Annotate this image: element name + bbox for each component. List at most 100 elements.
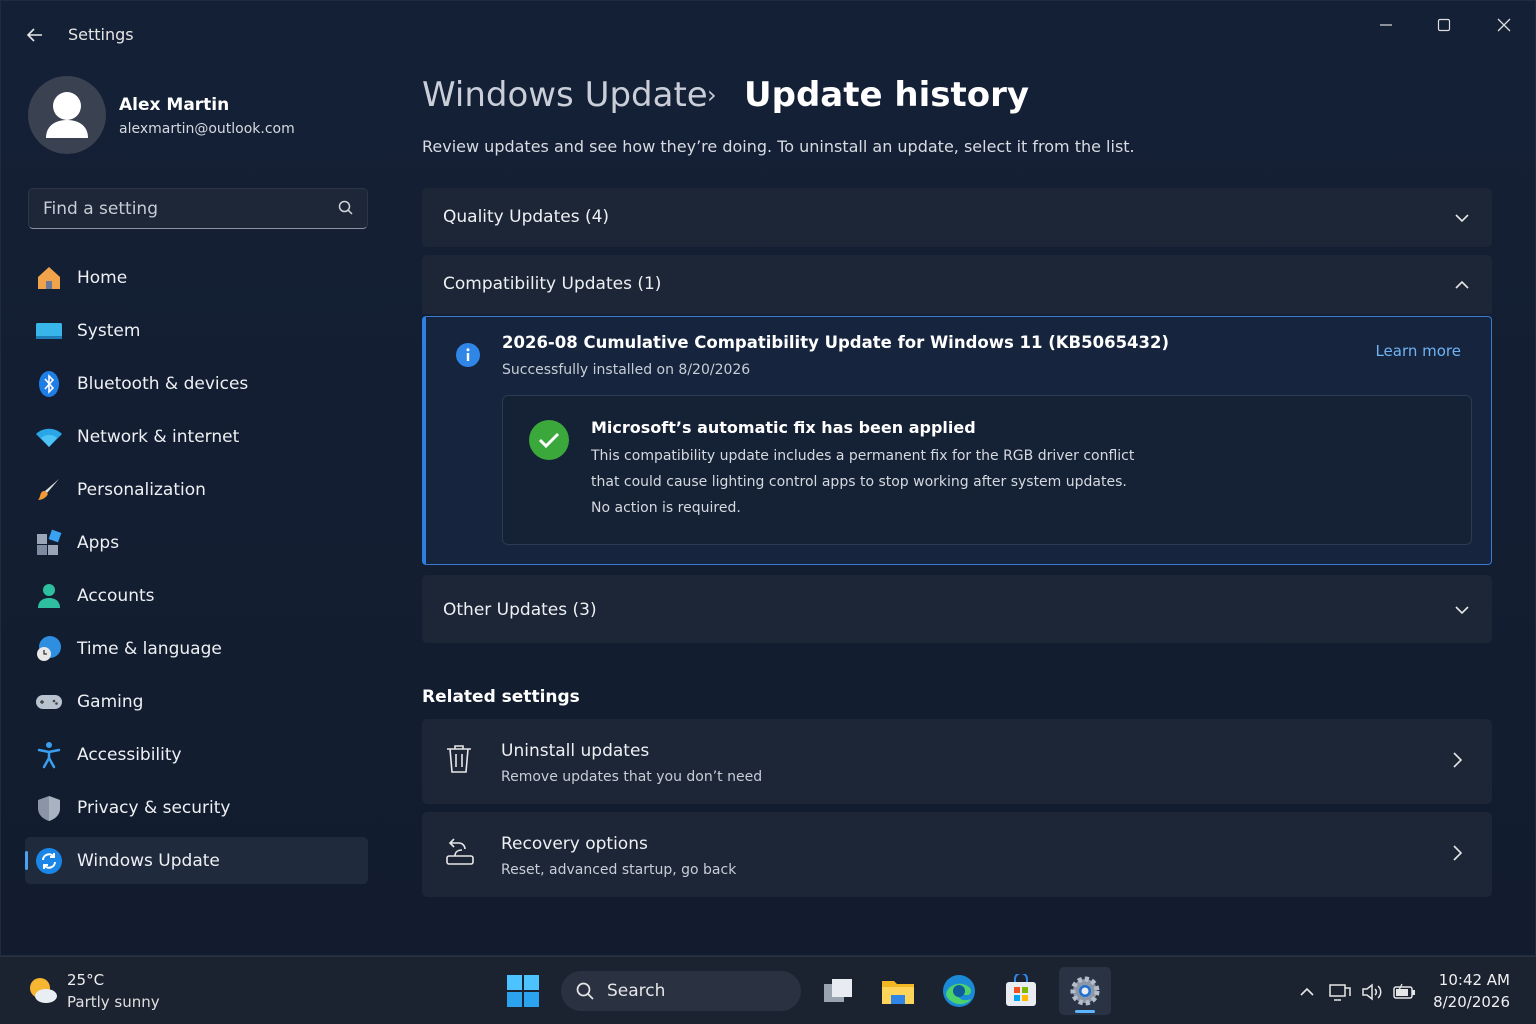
row-subtitle: Remove updates that you don’t need [501, 769, 763, 785]
chevron-up-icon [1455, 280, 1469, 289]
update-item[interactable]: 2026-08 Cumulative Compatibility Update … [422, 316, 1492, 565]
close-icon [1497, 18, 1511, 32]
taskbar-search-label: Search [607, 981, 666, 1001]
uninstall-updates-button[interactable]: Uninstall updates Remove updates that yo… [422, 719, 1492, 804]
sidebar-item-label: Home [77, 267, 128, 288]
task-view-button[interactable] [813, 967, 865, 1015]
sidebar-item-apps[interactable]: Apps [25, 519, 368, 566]
sidebar-item-label: Bluetooth & devices [77, 373, 249, 394]
sidebar-item-personalization[interactable]: Personalization [25, 466, 368, 513]
user-avatar-icon [46, 92, 88, 138]
row-title: Recovery options [501, 834, 648, 854]
row-subtitle: Reset, advanced startup, go back [501, 862, 737, 878]
network-monitor-icon [1329, 984, 1351, 1001]
update-status: Successfully installed on 8/20/2026 [502, 362, 751, 378]
sidebar-nav: Home System Bluetooth & devices Network … [25, 254, 368, 890]
fix-title: Microsoft’s automatic fix has been appli… [591, 418, 976, 437]
apps-icon [35, 529, 63, 557]
search-placeholder: Find a setting [43, 199, 158, 219]
sidebar-item-label: Accessibility [77, 744, 182, 765]
related-settings-heading: Related settings [422, 687, 580, 707]
edge-browser-button[interactable] [933, 967, 985, 1015]
sidebar-item-label: Network & internet [77, 426, 240, 447]
title-bar: Settings [1, 1, 1535, 65]
page-description: Review updates and see how they’re doing… [422, 137, 1135, 156]
back-arrow-icon [26, 28, 42, 42]
volume-button[interactable] [1358, 979, 1386, 1005]
sidebar-item-windows-update[interactable]: Windows Update [25, 837, 368, 884]
taskbar-search[interactable]: Search [561, 971, 801, 1011]
recovery-icon [446, 838, 474, 865]
close-button[interactable] [1481, 11, 1527, 39]
task-view-icon [824, 979, 852, 1002]
page-title: Update history [744, 75, 1030, 115]
fix-notice: Microsoft’s automatic fix has been appli… [502, 395, 1472, 545]
sidebar-item-label: Apps [77, 532, 120, 553]
minimize-icon [1380, 24, 1392, 26]
breadcrumb-parent[interactable]: Windows Update [422, 75, 708, 115]
sidebar-item-accessibility[interactable]: Accessibility [25, 731, 368, 778]
sidebar-item-home[interactable]: Home [25, 254, 368, 301]
gamepad-icon [35, 688, 63, 716]
sidebar-item-time-language[interactable]: Time & language [25, 625, 368, 672]
back-button[interactable] [21, 21, 49, 49]
weather-description: Partly sunny [67, 993, 160, 1011]
store-icon [1006, 974, 1036, 1006]
profile-name: Alex Martin [119, 95, 230, 115]
person-icon [35, 582, 63, 610]
home-icon [35, 264, 63, 292]
info-icon [456, 343, 480, 367]
edge-icon [943, 975, 975, 1007]
show-hidden-icons-button[interactable] [1293, 979, 1321, 1005]
taskbar: 25°C Partly sunny Search 10:42 AM 8/20/2… [0, 956, 1536, 1024]
sidebar-item-bluetooth[interactable]: Bluetooth & devices [25, 360, 368, 407]
sidebar-item-accounts[interactable]: Accounts [25, 572, 368, 619]
section-title: Other Updates (3) [443, 600, 597, 620]
weather-temperature: 25°C [67, 971, 105, 989]
recovery-options-button[interactable]: Recovery options Reset, advanced startup… [422, 812, 1492, 897]
clock-time[interactable]: 10:42 AM [1439, 971, 1510, 989]
section-title: Compatibility Updates (1) [443, 274, 662, 294]
settings-app-button[interactable] [1059, 967, 1111, 1015]
file-explorer-button[interactable] [872, 967, 924, 1015]
sidebar-item-label: Personalization [77, 479, 206, 500]
accessibility-icon [35, 741, 63, 769]
windows-logo-icon [507, 975, 539, 1007]
sidebar-item-network[interactable]: Network & internet [25, 413, 368, 460]
quality-updates-section[interactable]: Quality Updates (4) [422, 188, 1492, 247]
monitor-icon [35, 317, 63, 345]
profile-email: alexmartin@outlook.com [119, 121, 295, 137]
search-input[interactable]: Find a setting [28, 188, 368, 229]
breadcrumb-separator-icon: › [707, 81, 717, 109]
trash-icon [447, 745, 471, 773]
weather-partly-sunny-icon[interactable] [27, 975, 59, 1005]
chevron-right-icon [1453, 752, 1463, 768]
check-circle-icon [529, 420, 569, 460]
settings-window: Settings Alex Martin alexmartin@outlook.… [0, 0, 1536, 956]
microsoft-store-button[interactable] [995, 967, 1047, 1015]
sidebar-item-gaming[interactable]: Gaming [25, 678, 368, 725]
sidebar-item-privacy[interactable]: Privacy & security [25, 784, 368, 831]
avatar[interactable] [28, 76, 106, 154]
sidebar-item-label: Time & language [77, 638, 222, 659]
section-title: Quality Updates (4) [443, 207, 610, 227]
compatibility-updates-section[interactable]: Compatibility Updates (1) [422, 255, 1492, 314]
sidebar-item-system[interactable]: System [25, 307, 368, 354]
minimize-button[interactable] [1363, 11, 1409, 39]
row-title: Uninstall updates [501, 741, 650, 761]
folder-icon [882, 981, 914, 1004]
sidebar-item-label: System [77, 320, 141, 341]
shield-icon [35, 794, 63, 822]
chevron-up-icon [1300, 987, 1314, 996]
fix-description-line: that could cause lighting control apps t… [591, 474, 1127, 490]
gear-icon [1070, 976, 1100, 1006]
start-button[interactable] [497, 967, 549, 1015]
maximize-button[interactable] [1421, 11, 1467, 39]
other-updates-section[interactable]: Other Updates (3) [422, 575, 1492, 643]
chevron-down-icon [1455, 214, 1469, 223]
clock-date[interactable]: 8/20/2026 [1433, 993, 1510, 1011]
battery-button[interactable] [1391, 979, 1419, 1005]
sidebar-item-label: Privacy & security [77, 797, 231, 818]
network-status-button[interactable] [1326, 979, 1354, 1005]
learn-more-link[interactable]: Learn more [1375, 342, 1461, 360]
